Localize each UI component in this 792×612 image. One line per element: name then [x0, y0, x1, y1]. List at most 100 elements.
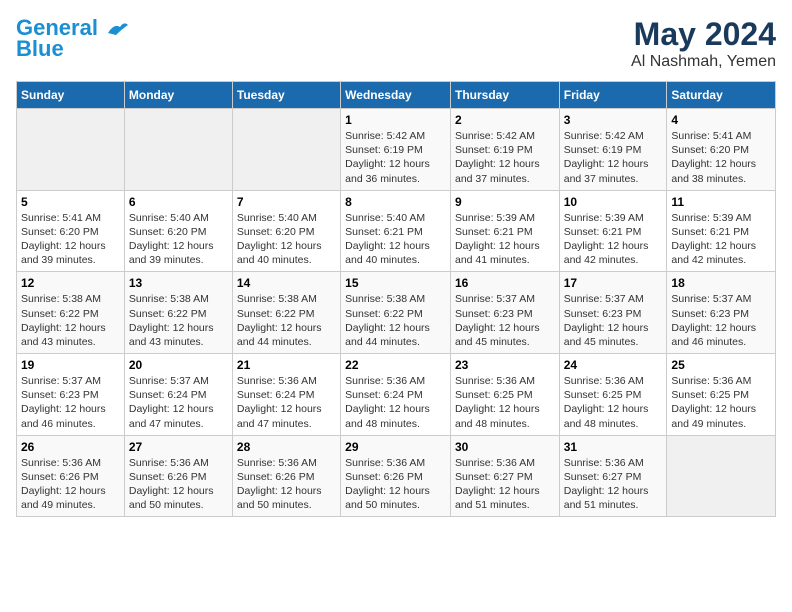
calendar-table: Sunday Monday Tuesday Wednesday Thursday…: [16, 81, 776, 517]
table-row: 8 Sunrise: 5:40 AMSunset: 6:21 PMDaylight…: [341, 190, 451, 272]
day-info: Sunrise: 5:39 AMSunset: 6:21 PMDaylight:…: [671, 211, 771, 268]
table-row: 31 Sunrise: 5:36 AMSunset: 6:27 PMDayligh…: [559, 435, 667, 517]
day-number: 15: [345, 276, 446, 290]
day-info: Sunrise: 5:36 AMSunset: 6:27 PMDaylight:…: [564, 456, 663, 513]
table-row: 16Sunrise: 5:37 AMSunset: 6:23 PMDayligh…: [450, 272, 559, 354]
table-row: 7Sunrise: 5:40 AMSunset: 6:20 PMDaylight…: [232, 190, 340, 272]
day-number: 9: [455, 195, 555, 209]
day-info: Sunrise: 5:36 AMSunset: 6:24 PMDaylight:…: [237, 374, 336, 431]
day-info: Sunrise: 5:39 AMSunset: 6:21 PMDaylight:…: [564, 211, 663, 268]
table-row: 13 Sunrise: 5:38 AMSunset: 6:22 PMDayligh…: [124, 272, 232, 354]
logo-line2: Blue: [16, 36, 64, 62]
table-row: 28Sunrise: 5:36 AMSunset: 6:26 PMDayligh…: [232, 435, 340, 517]
table-row: 25 Sunrise: 5:36 AMSunset: 6:25 PMDayligh…: [667, 354, 776, 436]
day-info: Sunrise: 5:42 AMSunset: 6:19 PMDaylight:…: [564, 129, 663, 186]
table-row: [667, 435, 776, 517]
table-row: 19Sunrise: 5:37 AMSunset: 6:23 PMDayligh…: [17, 354, 125, 436]
day-number: 31: [564, 440, 663, 454]
day-number: 1: [345, 113, 446, 127]
table-row: 2 Sunrise: 5:42 AMSunset: 6:19 PMDaylight…: [450, 109, 559, 191]
table-row: 21 Sunrise: 5:36 AMSunset: 6:24 PMDayligh…: [232, 354, 340, 436]
day-number: 19: [21, 358, 120, 372]
table-row: 29 Sunrise: 5:36 AMSunset: 6:26 PMDayligh…: [341, 435, 451, 517]
day-number: 7: [237, 195, 336, 209]
header: General Blue May 2024 Al Nashmah, Yemen: [16, 16, 776, 71]
day-number: 23: [455, 358, 555, 372]
day-info: Sunrise: 5:36 AMSunset: 6:24 PMDaylight:…: [345, 374, 446, 431]
day-info: Sunrise: 5:36 AMSunset: 6:26 PMDaylight:…: [345, 456, 446, 513]
table-row: 9 Sunrise: 5:39 AMSunset: 6:21 PMDaylight…: [450, 190, 559, 272]
table-row: 17 Sunrise: 5:37 AMSunset: 6:23 PMDayligh…: [559, 272, 667, 354]
day-number: 12: [21, 276, 120, 290]
header-sunday: Sunday: [17, 82, 125, 109]
day-number: 26: [21, 440, 120, 454]
table-row: 4Sunrise: 5:41 AMSunset: 6:20 PMDaylight…: [667, 109, 776, 191]
table-row: 3 Sunrise: 5:42 AMSunset: 6:19 PMDaylight…: [559, 109, 667, 191]
table-row: 23Sunrise: 5:36 AMSunset: 6:25 PMDayligh…: [450, 354, 559, 436]
header-thursday: Thursday: [450, 82, 559, 109]
day-info: Sunrise: 5:40 AMSunset: 6:20 PMDaylight:…: [129, 211, 228, 268]
main-title: May 2024: [631, 16, 776, 53]
day-number: 24: [564, 358, 663, 372]
logo-bird-icon: [106, 21, 128, 37]
day-number: 3: [564, 113, 663, 127]
day-info: Sunrise: 5:42 AMSunset: 6:19 PMDaylight:…: [455, 129, 555, 186]
header-monday: Monday: [124, 82, 232, 109]
weekday-header-row: Sunday Monday Tuesday Wednesday Thursday…: [17, 82, 776, 109]
day-info: Sunrise: 5:36 AMSunset: 6:26 PMDaylight:…: [129, 456, 228, 513]
table-row: 6 Sunrise: 5:40 AMSunset: 6:20 PMDaylight…: [124, 190, 232, 272]
table-row: 22 Sunrise: 5:36 AMSunset: 6:24 PMDayligh…: [341, 354, 451, 436]
table-row: 24 Sunrise: 5:36 AMSunset: 6:25 PMDayligh…: [559, 354, 667, 436]
header-tuesday: Tuesday: [232, 82, 340, 109]
table-row: 20Sunrise: 5:37 AMSunset: 6:24 PMDayligh…: [124, 354, 232, 436]
day-number: 28: [237, 440, 336, 454]
day-info: Sunrise: 5:36 AMSunset: 6:25 PMDaylight:…: [564, 374, 663, 431]
day-number: 2: [455, 113, 555, 127]
table-row: [232, 109, 340, 191]
day-number: 18: [671, 276, 771, 290]
day-number: 5: [21, 195, 120, 209]
table-row: 15Sunrise: 5:38 AMSunset: 6:22 PMDayligh…: [341, 272, 451, 354]
calendar-week-row: 19Sunrise: 5:37 AMSunset: 6:23 PMDayligh…: [17, 354, 776, 436]
table-row: 26Sunrise: 5:36 AMSunset: 6:26 PMDayligh…: [17, 435, 125, 517]
day-number: 27: [129, 440, 228, 454]
day-info: Sunrise: 5:42 AMSunset: 6:19 PMDaylight:…: [345, 129, 446, 186]
table-row: [124, 109, 232, 191]
calendar-week-row: 12 Sunrise: 5:38 AMSunset: 6:22 PMDayligh…: [17, 272, 776, 354]
day-number: 6: [129, 195, 228, 209]
calendar-week-row: 5Sunrise: 5:41 AMSunset: 6:20 PMDaylight…: [17, 190, 776, 272]
table-row: 5Sunrise: 5:41 AMSunset: 6:20 PMDaylight…: [17, 190, 125, 272]
day-info: Sunrise: 5:37 AMSunset: 6:23 PMDaylight:…: [564, 292, 663, 349]
day-number: 17: [564, 276, 663, 290]
day-number: 22: [345, 358, 446, 372]
table-row: 14 Sunrise: 5:38 AMSunset: 6:22 PMDayligh…: [232, 272, 340, 354]
title-area: May 2024 Al Nashmah, Yemen: [631, 16, 776, 71]
day-info: Sunrise: 5:38 AMSunset: 6:22 PMDaylight:…: [129, 292, 228, 349]
day-number: 8: [345, 195, 446, 209]
table-row: 10Sunrise: 5:39 AMSunset: 6:21 PMDayligh…: [559, 190, 667, 272]
day-info: Sunrise: 5:39 AMSunset: 6:21 PMDaylight:…: [455, 211, 555, 268]
day-info: Sunrise: 5:37 AMSunset: 6:24 PMDaylight:…: [129, 374, 228, 431]
day-number: 14: [237, 276, 336, 290]
header-saturday: Saturday: [667, 82, 776, 109]
day-info: Sunrise: 5:40 AMSunset: 6:21 PMDaylight:…: [345, 211, 446, 268]
header-friday: Friday: [559, 82, 667, 109]
day-info: Sunrise: 5:36 AMSunset: 6:27 PMDaylight:…: [455, 456, 555, 513]
day-info: Sunrise: 5:37 AMSunset: 6:23 PMDaylight:…: [671, 292, 771, 349]
logo: General Blue: [16, 16, 128, 62]
day-number: 21: [237, 358, 336, 372]
day-number: 30: [455, 440, 555, 454]
day-info: Sunrise: 5:36 AMSunset: 6:25 PMDaylight:…: [671, 374, 771, 431]
day-number: 13: [129, 276, 228, 290]
day-number: 25: [671, 358, 771, 372]
sub-title: Al Nashmah, Yemen: [631, 53, 776, 71]
day-number: 11: [671, 195, 771, 209]
table-row: 1 Sunrise: 5:42 AMSunset: 6:19 PMDaylight…: [341, 109, 451, 191]
table-row: 12Sunrise: 5:38 AMSunset: 6:22 PMDayligh…: [17, 272, 125, 354]
header-wednesday: Wednesday: [341, 82, 451, 109]
day-number: 16: [455, 276, 555, 290]
day-number: 29: [345, 440, 446, 454]
table-row: 27 Sunrise: 5:36 AMSunset: 6:26 PMDayligh…: [124, 435, 232, 517]
day-info: Sunrise: 5:38 AMSunset: 6:22 PMDaylight:…: [237, 292, 336, 349]
table-row: [17, 109, 125, 191]
